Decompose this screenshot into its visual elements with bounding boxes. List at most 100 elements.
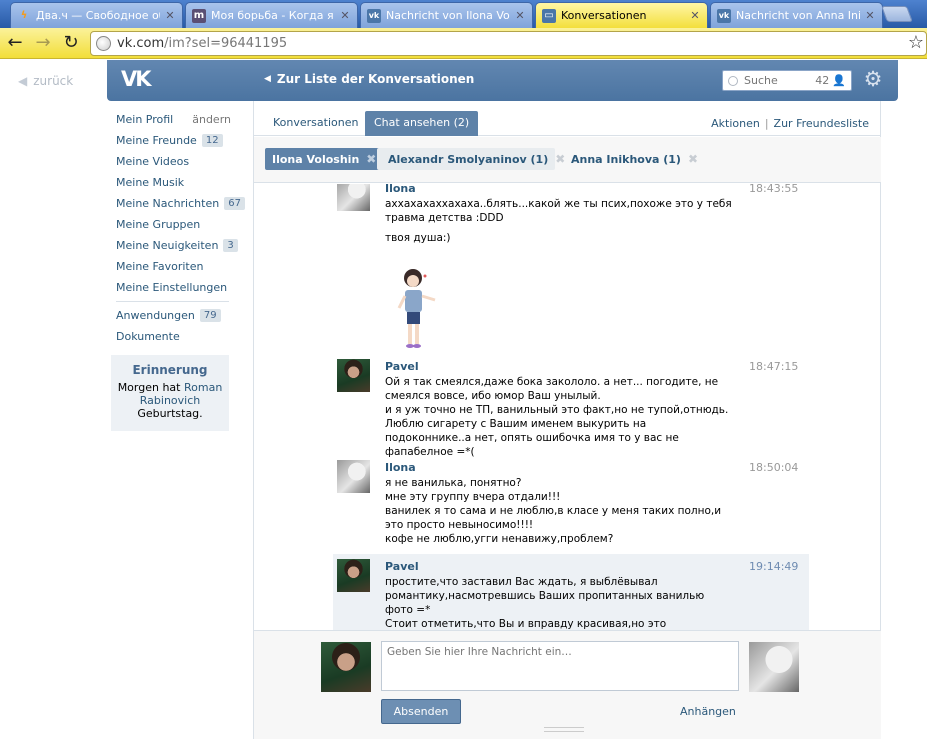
browser-tab-title: Моя борьба - Когда я ст bbox=[211, 9, 335, 22]
message-text: Ой я так смеялся,даже бока закололо. а н… bbox=[385, 376, 729, 458]
message-time: 18:47:15 bbox=[749, 360, 799, 373]
separator: | bbox=[764, 117, 769, 130]
search-icon bbox=[728, 75, 738, 86]
sidebar-item-label: Meine Freunde bbox=[116, 134, 197, 147]
m-icon: m bbox=[192, 8, 206, 23]
gear-icon[interactable]: ⚙ bbox=[862, 68, 884, 90]
search-box[interactable]: 42 👤 bbox=[722, 70, 852, 91]
sidebar-item-friends[interactable]: Meine Freunde 12 bbox=[111, 130, 231, 151]
vk-icon: vk bbox=[367, 8, 381, 23]
back-to-conversations-link[interactable]: ◀ Zur Liste der Konversationen bbox=[264, 72, 474, 86]
vk-logo[interactable]: VK bbox=[121, 67, 157, 93]
message-text: я не ванилька, понятно? мне эту группу в… bbox=[385, 477, 722, 545]
browser-tab-title: Два.ч — Свободное общ bbox=[36, 9, 160, 22]
browser-tab[interactable]: vk Nachricht von Ilona Volosh ✕ bbox=[360, 2, 533, 28]
tab-actions: Aktionen | Zur Freundesliste bbox=[711, 117, 869, 130]
new-tab-button[interactable] bbox=[881, 6, 913, 22]
chip-label: Ilona Voloshin bbox=[272, 152, 360, 166]
send-button[interactable]: Absenden bbox=[381, 699, 461, 724]
message-author[interactable]: Ilona bbox=[385, 461, 416, 474]
message: Ilona 18:50:04 я не ванилька, понятно? м… bbox=[333, 457, 809, 555]
avatar[interactable] bbox=[337, 359, 370, 392]
avatar[interactable] bbox=[337, 460, 370, 493]
sidebar-item-label: Meine Nachrichten bbox=[116, 197, 220, 210]
main-content: Konversationen Chat ansehen (2) Aktionen… bbox=[253, 101, 881, 739]
tab-view-chat[interactable]: Chat ansehen (2) bbox=[365, 111, 479, 136]
message-author[interactable]: Ilona bbox=[385, 184, 416, 195]
edit-profile-link[interactable]: ändern bbox=[192, 113, 231, 126]
chevron-left-icon: ◀ bbox=[18, 74, 28, 88]
sidebar-item-label: Anwendungen bbox=[116, 309, 195, 322]
tab-conversations[interactable]: Konversationen bbox=[264, 111, 367, 136]
reminder-text-before: Morgen hat bbox=[117, 381, 181, 394]
avatar[interactable] bbox=[337, 559, 370, 592]
remove-icon[interactable]: ✖ bbox=[366, 152, 376, 166]
my-avatar[interactable] bbox=[321, 642, 371, 692]
close-icon[interactable]: ✕ bbox=[689, 9, 701, 22]
browser-tab[interactable]: m Моя борьба - Когда я ст ✕ bbox=[185, 2, 358, 28]
close-icon[interactable]: ✕ bbox=[339, 9, 351, 22]
message-text: твоя душа:) bbox=[385, 232, 451, 244]
vk-icon: vk bbox=[717, 8, 731, 23]
browser-toolbar: ← → ↻ vk.com/im?sel=96441195 ☆ bbox=[0, 28, 927, 59]
avatar[interactable] bbox=[337, 184, 370, 211]
vk-header: VK ◀ Zur Liste der Konversationen 42 👤 ⚙ bbox=[107, 60, 898, 101]
count-badge: 67 bbox=[224, 197, 245, 210]
message: Pavel 18:47:15 Ой я так смеялся,даже бок… bbox=[333, 356, 809, 458]
birthday-reminder: Erinnerung Morgen hat Roman Rabinovich G… bbox=[111, 355, 229, 431]
recipient-avatar[interactable] bbox=[749, 642, 799, 692]
attach-link[interactable]: Anhängen bbox=[680, 705, 736, 718]
browser-tab[interactable]: ϟ Два.ч — Свободное общ ✕ bbox=[10, 2, 183, 28]
sidebar-item-apps[interactable]: Anwendungen 79 bbox=[111, 305, 231, 326]
browser-tab-title: Nachricht von Ilona Volosh bbox=[386, 9, 510, 22]
resize-grip[interactable] bbox=[544, 727, 584, 732]
message-author[interactable]: Pavel bbox=[385, 560, 419, 573]
sidebar: Mein Profil ändern Meine Freunde 12 Mein… bbox=[111, 109, 245, 431]
sidebar-item-groups[interactable]: Meine Gruppen bbox=[111, 214, 231, 235]
chip-ilona[interactable]: Ilona Voloshin ✖ bbox=[265, 148, 383, 170]
url-text: vk.com/im?sel=96441195 bbox=[117, 36, 287, 51]
bookmark-star-icon[interactable]: ☆ bbox=[908, 32, 924, 53]
sidebar-item-news[interactable]: Meine Neuigkeiten 3 bbox=[111, 235, 238, 256]
reminder-title: Erinnerung bbox=[132, 363, 208, 377]
url-host: vk.com bbox=[117, 36, 165, 51]
chip-alexandr[interactable]: Alexandr Smolyaninov (1) ✖ bbox=[381, 148, 571, 170]
browser-tab-title: Nachricht von Anna Inikho bbox=[736, 9, 860, 22]
address-bar[interactable]: vk.com/im?sel=96441195 ☆ bbox=[90, 31, 927, 56]
sidebar-item-videos[interactable]: Meine Videos bbox=[111, 151, 231, 172]
conversation-tabs: Konversationen Chat ansehen (2) Aktionen… bbox=[254, 101, 881, 136]
reminder-text-after: Geburtstag. bbox=[137, 407, 203, 420]
back-link[interactable]: ◀ zurück bbox=[18, 74, 73, 88]
sidebar-item-favorites[interactable]: Meine Favoriten bbox=[111, 256, 231, 277]
message: Ilona 18:43:55 аххахахаххахаха..блять...… bbox=[333, 184, 809, 348]
browser-tab[interactable]: vk Nachricht von Anna Inikho ✕ bbox=[710, 2, 883, 28]
vk-page: ◀ zurück VK ◀ Zur Liste der Konversation… bbox=[0, 60, 927, 739]
sidebar-item-profile[interactable]: Mein Profil ändern bbox=[111, 109, 231, 130]
chat-icon: ▭ bbox=[542, 8, 556, 23]
message-unread: Pavel 19:14:49 простите,что заставил Вас… bbox=[333, 554, 809, 630]
sidebar-item-music[interactable]: Meine Musik bbox=[111, 172, 231, 193]
remove-icon[interactable]: ✖ bbox=[688, 152, 698, 166]
sidebar-item-messages[interactable]: Meine Nachrichten 67 bbox=[111, 193, 245, 214]
browser-tab-active[interactable]: ▭ Konversationen ✕ bbox=[535, 2, 708, 28]
participant-chips: Ilona Voloshin ✖ Alexandr Smolyaninov (1)… bbox=[254, 137, 881, 183]
close-icon[interactable]: ✕ bbox=[864, 9, 876, 22]
friends-list-link[interactable]: Zur Freundesliste bbox=[774, 117, 869, 130]
message-author[interactable]: Pavel bbox=[385, 360, 419, 373]
search-input[interactable] bbox=[744, 74, 816, 87]
sidebar-item-label: Meine Favoriten bbox=[116, 260, 204, 273]
sidebar-item-settings[interactable]: Meine Einstellungen bbox=[111, 277, 231, 298]
count-badge: 3 bbox=[223, 239, 238, 252]
sidebar-item-documents[interactable]: Dokumente bbox=[111, 326, 231, 347]
close-icon[interactable]: ✕ bbox=[514, 9, 526, 22]
reload-icon[interactable]: ↻ bbox=[60, 32, 82, 54]
back-arrow-icon[interactable]: ← bbox=[4, 32, 26, 54]
sticker-container bbox=[385, 250, 735, 348]
close-icon[interactable]: ✕ bbox=[164, 9, 176, 22]
forward-arrow-icon[interactable]: → bbox=[32, 32, 54, 54]
compose-area: Absenden Anhängen bbox=[254, 630, 881, 739]
message-input[interactable] bbox=[381, 641, 739, 691]
actions-link[interactable]: Aktionen bbox=[711, 117, 760, 130]
globe-icon bbox=[96, 36, 111, 51]
chip-anna[interactable]: Anna Inikhova (1) ✖ bbox=[564, 148, 704, 170]
